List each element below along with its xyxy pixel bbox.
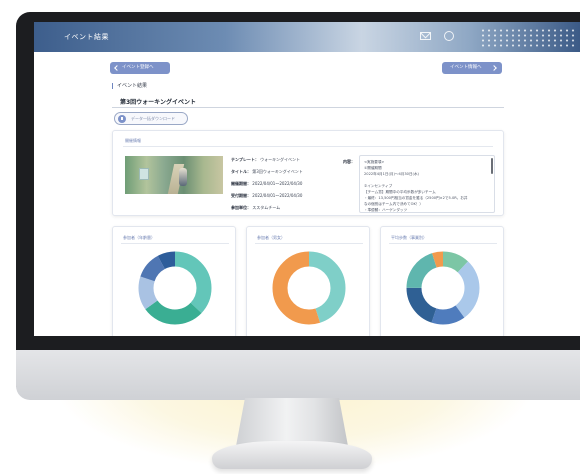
field-registration-period: 受付期間： 2022/04/01〜2022/04/30 xyxy=(231,193,303,198)
chart-divider xyxy=(121,243,229,244)
scrollbar-thumb[interactable] xyxy=(491,158,493,174)
monitor-chin xyxy=(16,350,580,400)
event-info-card: 開催情報 テンプレート： ウォーキングイベント タイトル： 第3回ウォーキングイ… xyxy=(112,130,504,216)
bulk-download-button[interactable]: データ一括ダウンロード xyxy=(114,112,188,125)
chart-title: 参加者（年齢層） xyxy=(123,235,155,240)
screen: イベント結果 イベント登録へ イベント情報へ イベント結果 第3回ウォーキングイ… xyxy=(34,22,580,336)
event-photo xyxy=(125,156,223,194)
monitor-stand-neck xyxy=(236,398,348,446)
donut-svg xyxy=(138,251,212,325)
section-label: イベント結果 xyxy=(112,83,147,89)
photo-walker xyxy=(179,168,187,186)
donut-chart xyxy=(138,251,212,325)
description-textbox[interactable]: <実施要項> ①開催期間 2022年4月1日(月)〜4月30日(水) ②インセン… xyxy=(359,155,495,213)
chart-divider xyxy=(255,243,363,244)
chevron-right-icon xyxy=(491,65,497,71)
to-event-info-button[interactable]: イベント情報へ xyxy=(442,62,502,74)
chart-title: 参加者（男女） xyxy=(257,235,285,240)
title-divider xyxy=(112,107,504,108)
chart-card-steps: 平均歩数（事業別） xyxy=(380,226,504,336)
chart-card-gender: 参加者（男女） xyxy=(246,226,370,336)
card-heading: 開催情報 xyxy=(125,138,141,143)
field-participation-unit: 参加単位： ススタムチーム xyxy=(231,205,281,210)
field-title: タイトル： 第3回ウォーキングイベント xyxy=(231,169,303,174)
donut-svg xyxy=(406,251,480,325)
field-template: テンプレート： ウォーキングイベント xyxy=(231,157,301,162)
donut-chart xyxy=(406,251,480,325)
top-bar: イベント結果 xyxy=(34,22,580,52)
page-title: 第3回ウォーキングイベント xyxy=(120,99,196,106)
app-title: イベント結果 xyxy=(64,33,109,41)
chevron-left-icon xyxy=(114,65,120,71)
donut-svg xyxy=(272,251,346,325)
donut-chart xyxy=(272,251,346,325)
chart-card-age: 参加者（年齢層） xyxy=(112,226,236,336)
card-divider xyxy=(123,146,493,147)
field-event-period: 開催期間： 2022/04/01〜2022/04/30 xyxy=(231,181,303,186)
user-icon[interactable] xyxy=(444,31,454,41)
chart-divider xyxy=(389,243,497,244)
back-to-registration-button[interactable]: イベント登録へ xyxy=(110,62,170,74)
monitor-stand-base xyxy=(212,441,372,469)
photo-sign xyxy=(139,168,149,180)
download-button-label: データ一括ダウンロード xyxy=(131,116,175,121)
chart-title: 平均歩数（事業別） xyxy=(391,235,427,240)
back-button-label: イベント登録へ xyxy=(122,65,154,70)
description-line: ・準優勝：ハーゲンダッツ xyxy=(364,208,408,212)
next-button-label: イベント情報へ xyxy=(450,65,482,70)
decorative-dot-pattern xyxy=(480,28,576,48)
download-icon xyxy=(118,115,126,123)
mail-icon[interactable] xyxy=(420,32,431,40)
description-label: 内容： xyxy=(343,159,355,164)
